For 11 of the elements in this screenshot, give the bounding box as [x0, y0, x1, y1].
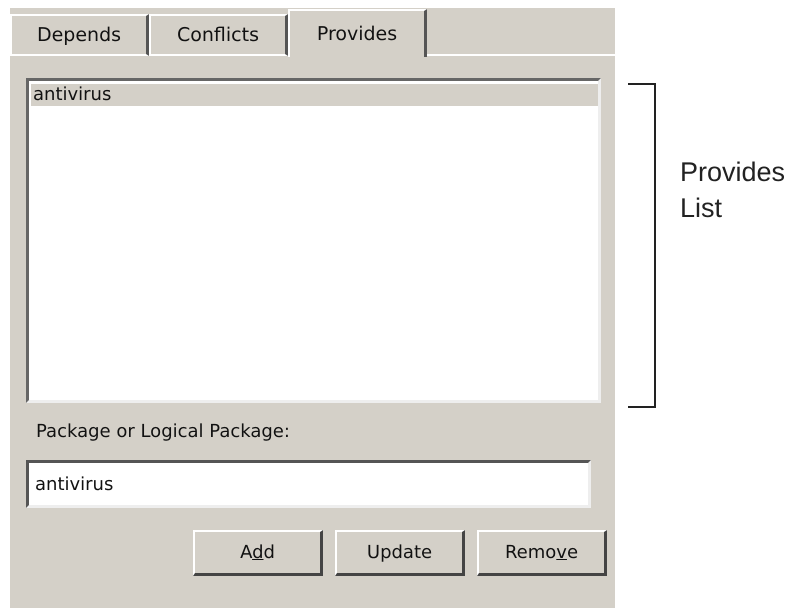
- tab[interactable]: Provides: [288, 9, 427, 57]
- list-box[interactable]: antivirus: [26, 78, 601, 403]
- tab[interactable]: Conflicts: [149, 14, 288, 56]
- tab[interactable]: Depends: [10, 14, 149, 56]
- list-item[interactable]: antivirus: [31, 84, 598, 106]
- button[interactable]: Add: [193, 530, 323, 576]
- input-field[interactable]: antivirus: [26, 460, 591, 508]
- field-label: Package or Logical Package:: [36, 421, 291, 442]
- button[interactable]: Remove: [477, 530, 607, 576]
- button[interactable]: Update: [335, 530, 465, 576]
- annotation-text: Provides List: [680, 156, 786, 224]
